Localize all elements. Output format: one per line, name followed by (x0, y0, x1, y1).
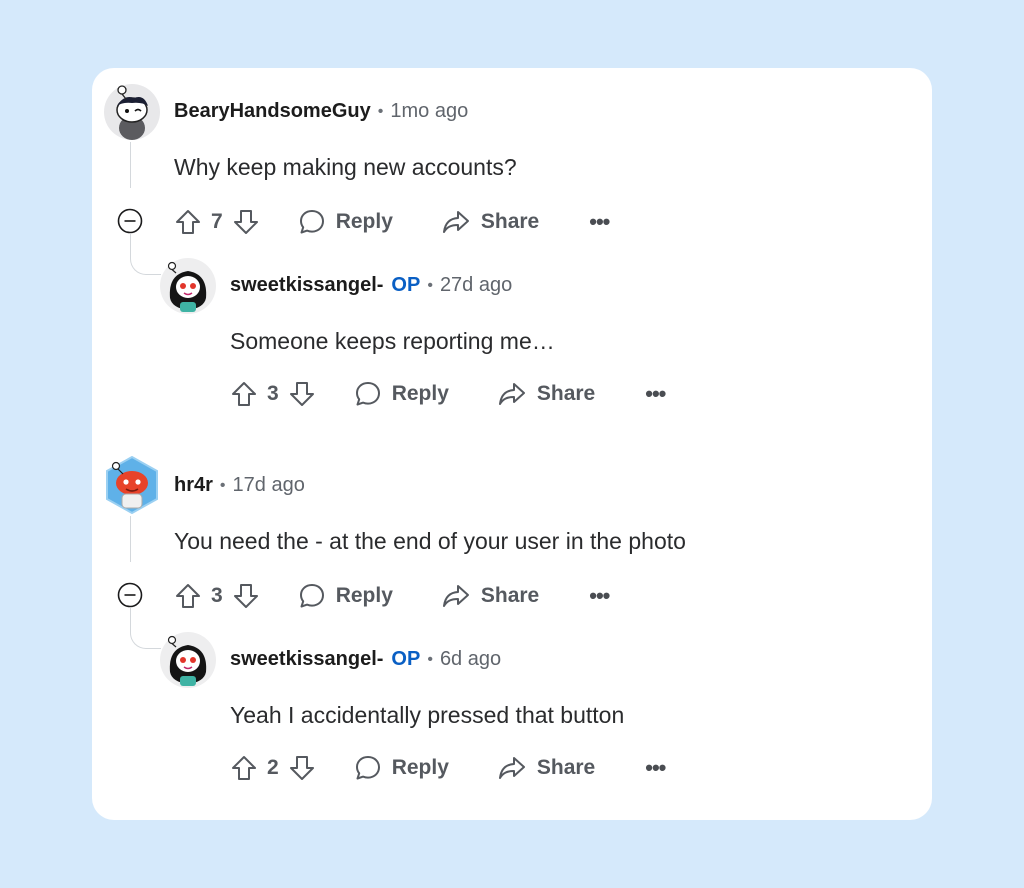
snoo-avatar-icon (160, 632, 216, 688)
share-button[interactable]: Share (441, 208, 539, 236)
reply-time[interactable]: 6d ago (440, 648, 501, 671)
op-badge: OP (391, 648, 421, 670)
meta-separator: • (377, 102, 384, 120)
share-label: Share (480, 584, 540, 607)
share-label: Share (480, 210, 540, 233)
comment-username[interactable]: BearyHandsomeGuy (174, 100, 371, 123)
reply-username[interactable]: sweetkissangel- (230, 274, 383, 297)
upvote-icon[interactable] (230, 754, 258, 782)
share-button[interactable]: Share (497, 754, 595, 782)
comment-meta: BearyHandsomeGuy • 1mo ago (174, 100, 468, 123)
more-options-icon[interactable]: ••• (645, 381, 666, 407)
reply-meta: sweetkissangel- OP • 27d ago (230, 274, 512, 297)
share-arrow-icon (441, 582, 471, 610)
comment-bubble-icon (354, 754, 382, 782)
op-badge: OP (391, 274, 421, 296)
collapse-thread-icon[interactable] (117, 582, 143, 608)
avatar[interactable] (160, 632, 216, 688)
downvote-icon[interactable] (232, 208, 260, 236)
comment-bubble-icon (298, 582, 326, 610)
thread-line (130, 234, 161, 275)
comment-actions: 7 Reply Share ••• (174, 204, 610, 240)
reply-button[interactable]: Reply (298, 582, 393, 610)
share-arrow-icon (441, 208, 471, 236)
reply-label: Reply (391, 756, 449, 779)
reply-label: Reply (335, 210, 393, 233)
reply-time[interactable]: 27d ago (440, 274, 512, 297)
collapse-thread-icon[interactable] (117, 208, 143, 234)
avatar[interactable] (104, 456, 160, 514)
vote-count: 2 (267, 756, 279, 779)
reply-button[interactable]: Reply (354, 380, 449, 408)
share-button[interactable]: Share (497, 380, 595, 408)
share-arrow-icon (497, 380, 527, 408)
downvote-icon[interactable] (288, 380, 316, 408)
reply-username[interactable]: sweetkissangel- (230, 648, 383, 671)
reply-button[interactable]: Reply (298, 208, 393, 236)
share-button[interactable]: Share (441, 582, 539, 610)
thread-line (130, 142, 131, 188)
reply-meta: sweetkissangel- OP • 6d ago (230, 648, 501, 671)
comment-thread-card: BearyHandsomeGuy • 1mo ago Why keep maki… (92, 68, 932, 820)
upvote-icon[interactable] (230, 380, 258, 408)
thread-line (130, 516, 131, 562)
vote-count: 3 (211, 584, 223, 607)
reply-actions: 2 Reply Share ••• (230, 750, 666, 786)
comment-bubble-icon (354, 380, 382, 408)
comment-meta: hr4r • 17d ago (174, 474, 305, 497)
more-options-icon[interactable]: ••• (589, 209, 610, 235)
snoo-avatar-icon (160, 258, 216, 314)
comment-body: You need the - at the end of your user i… (174, 528, 686, 554)
share-arrow-icon (497, 754, 527, 782)
comment-time[interactable]: 17d ago (233, 474, 305, 497)
comment-time[interactable]: 1mo ago (390, 100, 468, 123)
reply-body: Yeah I accidentally pressed that button (230, 702, 625, 728)
meta-separator: • (219, 476, 226, 494)
comment-body: Why keep making new accounts? (174, 154, 517, 180)
share-label: Share (536, 756, 596, 779)
downvote-icon[interactable] (288, 754, 316, 782)
comment-bubble-icon (298, 208, 326, 236)
reply-button[interactable]: Reply (354, 754, 449, 782)
thread-line (130, 608, 161, 649)
avatar[interactable] (160, 258, 216, 314)
meta-separator: • (427, 650, 433, 668)
comment-username[interactable]: hr4r (174, 474, 213, 497)
downvote-icon[interactable] (232, 582, 260, 610)
more-options-icon[interactable]: ••• (645, 755, 666, 781)
upvote-icon[interactable] (174, 582, 202, 610)
snoo-avatar-icon (106, 456, 158, 514)
vote-count: 3 (267, 382, 279, 405)
meta-separator: • (427, 276, 433, 294)
reply-body: Someone keeps reporting me… (230, 328, 555, 354)
upvote-icon[interactable] (174, 208, 202, 236)
comment-actions: 3 Reply Share ••• (174, 578, 610, 614)
share-label: Share (536, 382, 596, 405)
vote-count: 7 (211, 210, 223, 233)
snoo-avatar-icon (104, 84, 160, 140)
reply-actions: 3 Reply Share ••• (230, 376, 666, 412)
avatar[interactable] (104, 84, 160, 140)
reply-label: Reply (391, 382, 449, 405)
more-options-icon[interactable]: ••• (589, 583, 610, 609)
reply-label: Reply (335, 584, 393, 607)
